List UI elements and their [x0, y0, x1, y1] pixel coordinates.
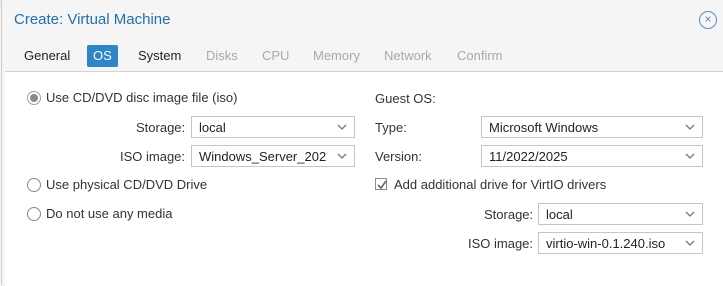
- no-media-radio[interactable]: [27, 207, 41, 221]
- chevron-down-icon: [685, 153, 695, 159]
- guest-os-heading: Guest OS:: [375, 91, 436, 106]
- virtio-iso-value: virtio-win-0.1.240.iso: [546, 236, 666, 251]
- virtio-drive-checkbox[interactable]: [375, 178, 387, 190]
- tab-cpu[interactable]: CPU: [262, 45, 289, 67]
- iso-media-radio[interactable]: [27, 91, 41, 105]
- checkmark-icon: [377, 180, 387, 190]
- virtio-drive-label: Add additional drive for VirtIO drivers: [394, 177, 607, 192]
- iso-media-label: Use CD/DVD disc image file (iso): [46, 90, 238, 105]
- tab-os[interactable]: OS: [87, 45, 118, 67]
- iso-image-select[interactable]: Windows_Server_202: [191, 145, 355, 167]
- virtio-storage-label: Storage:: [484, 207, 534, 222]
- dialog-title: Create: Virtual Machine: [14, 11, 171, 28]
- iso-image-value: Windows_Server_202: [199, 149, 327, 164]
- tab-network[interactable]: Network: [384, 45, 432, 67]
- tab-confirm[interactable]: Confirm: [457, 45, 503, 67]
- storage-select[interactable]: local: [191, 116, 355, 138]
- os-version-label: Version:: [375, 149, 422, 164]
- close-icon[interactable]: ×: [699, 11, 717, 29]
- tab-system[interactable]: System: [138, 45, 181, 67]
- iso-image-label: ISO image:: [120, 149, 186, 164]
- tab-memory[interactable]: Memory: [313, 45, 360, 67]
- virtio-iso-select[interactable]: virtio-win-0.1.240.iso: [538, 232, 703, 254]
- create-vm-dialog: Create: Virtual Machine × General OS Sys…: [1, 0, 723, 286]
- tab-general[interactable]: General: [24, 45, 70, 67]
- virtio-storage-value: local: [546, 207, 573, 222]
- os-version-select[interactable]: 11/2022/2025: [481, 145, 703, 167]
- os-type-label: Type:: [375, 120, 407, 135]
- physical-drive-radio[interactable]: [27, 178, 41, 192]
- storage-value: local: [199, 120, 226, 135]
- chevron-down-icon: [685, 124, 695, 130]
- chevron-down-icon: [337, 124, 347, 130]
- virtio-iso-label: ISO image:: [468, 236, 534, 251]
- chevron-down-icon: [337, 153, 347, 159]
- os-type-value: Microsoft Windows: [489, 120, 599, 135]
- dialog-titlebar: Create: Virtual Machine ×: [2, 0, 723, 40]
- tab-disks[interactable]: Disks: [206, 45, 238, 67]
- no-media-label: Do not use any media: [46, 206, 173, 221]
- storage-label: Storage:: [136, 120, 186, 135]
- os-type-select[interactable]: Microsoft Windows: [481, 116, 703, 138]
- virtio-storage-select[interactable]: local: [538, 203, 703, 225]
- os-panel: Use CD/DVD disc image file (iso) Storage…: [5, 71, 723, 286]
- os-version-value: 11/2022/2025: [489, 149, 568, 164]
- chevron-down-icon: [685, 240, 695, 246]
- chevron-down-icon: [685, 211, 695, 217]
- physical-drive-label: Use physical CD/DVD Drive: [46, 177, 208, 192]
